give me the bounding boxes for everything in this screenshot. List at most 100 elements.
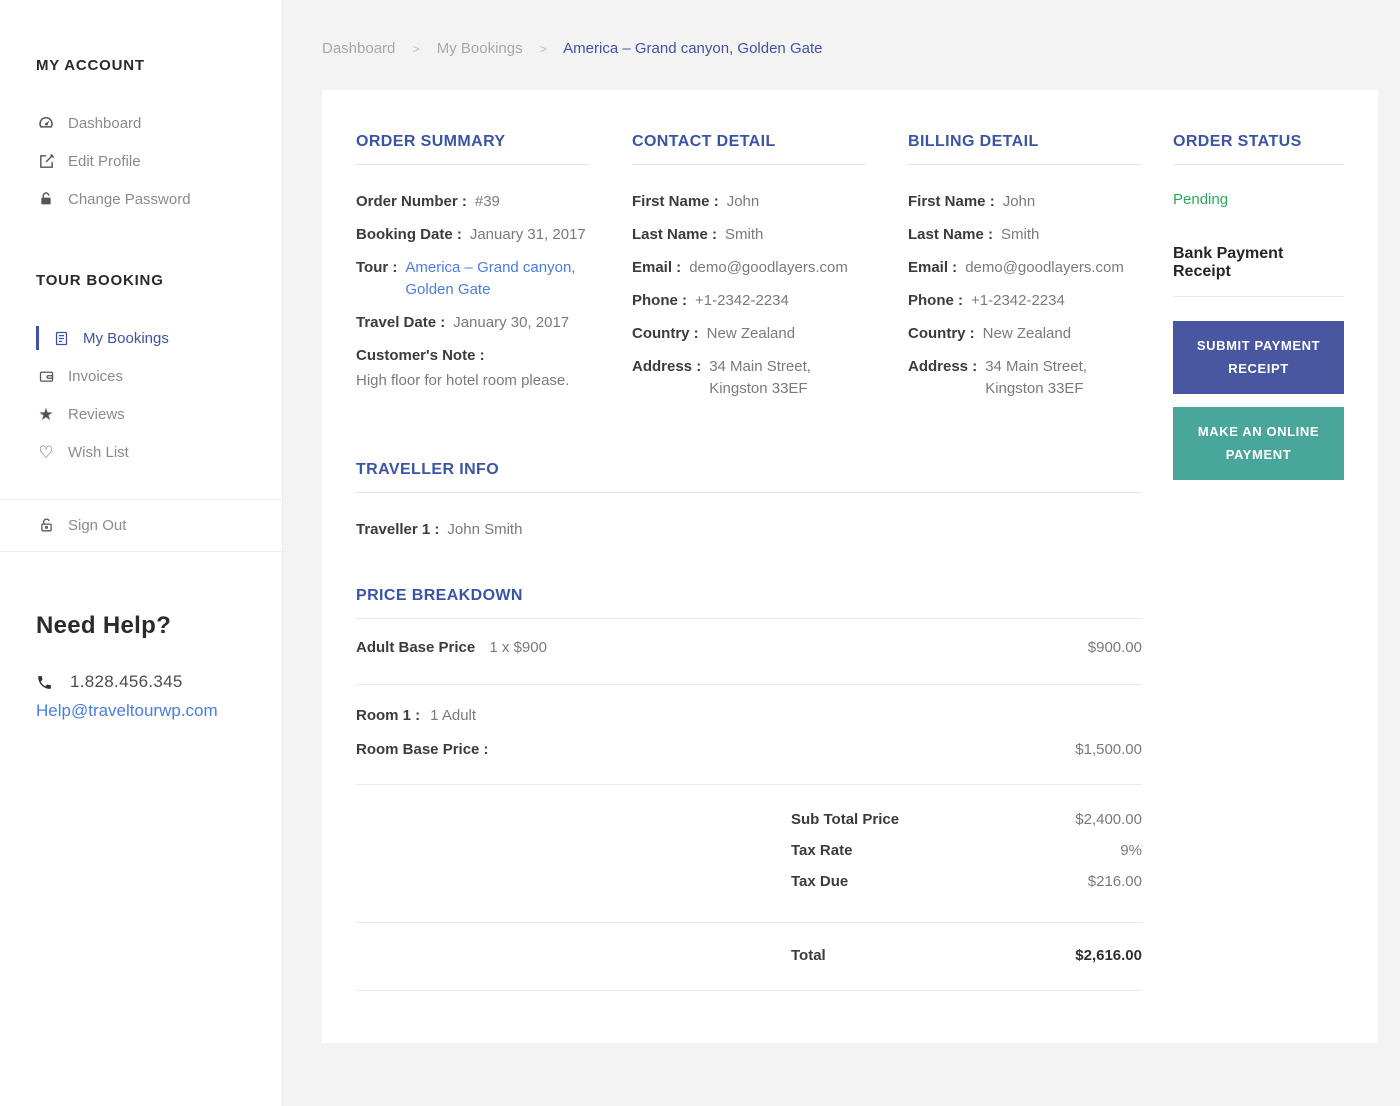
- contact-row: Phone : +1-2342-2234: [632, 290, 866, 312]
- billing-row-label: Phone :: [908, 292, 963, 309]
- breadcrumb-my-bookings[interactable]: My Bookings: [437, 40, 523, 57]
- need-help-title: Need Help?: [36, 612, 172, 639]
- order-summary-section: ORDER SUMMARY Order Number : #39 Booking…: [356, 133, 590, 411]
- travel-date-row: Travel Date : January 30, 2017: [356, 312, 590, 334]
- sidebar-item-label: Wish List: [68, 443, 129, 461]
- heart-icon: ♡: [38, 442, 54, 462]
- contact-row: Email : demo@goodlayers.com: [632, 257, 866, 279]
- section-divider: [1173, 296, 1344, 297]
- sidebar-item-my-bookings[interactable]: My Bookings: [36, 319, 262, 357]
- breadcrumb: Dashboard > My Bookings > America – Gran…: [283, 0, 1400, 57]
- contact-row: Last Name : Smith: [632, 224, 866, 246]
- adult-base-price-label: Adult Base Price: [356, 639, 476, 656]
- sidebar-item-invoices[interactable]: Invoices: [36, 357, 262, 395]
- submit-payment-receipt-button[interactable]: SUBMIT PAYMENT RECEIPT: [1173, 321, 1344, 394]
- tour-label: Tour :: [356, 259, 398, 276]
- sidebar-item-label: Dashboard: [68, 114, 142, 132]
- sidebar-item-label: Sign Out: [68, 517, 127, 534]
- breadcrumb-separator: >: [539, 42, 547, 56]
- order-summary-title: ORDER SUMMARY: [356, 133, 506, 150]
- sidebar-section-my-account: MY ACCOUNT: [36, 57, 145, 74]
- price-breakdown-section: PRICE BREAKDOWN Adult Base Price 1 x $90…: [356, 587, 1142, 991]
- room-base-price-amount: $1,500.00: [1075, 741, 1142, 758]
- billing-row: Phone : +1-2342-2234: [908, 290, 1142, 312]
- billing-row: Email : demo@goodlayers.com: [908, 257, 1142, 279]
- sidebar-item-reviews[interactable]: ★ Reviews: [36, 395, 262, 433]
- billing-row-value: +1-2342-2234: [971, 292, 1065, 309]
- lock-icon: [36, 191, 56, 207]
- booking-date-label: Booking Date :: [356, 226, 462, 243]
- sidebar-item-label: Change Password: [68, 190, 191, 208]
- tour-row: Tour : America – Grand canyon, Golden Ga…: [356, 257, 590, 301]
- room-base-price-row: Room Base Price : $1,500.00: [356, 741, 1142, 758]
- room-value: 1 Adult: [430, 707, 477, 724]
- total-block: Total $2,616.00: [356, 923, 1142, 990]
- room-label: Room 1 :: [356, 707, 421, 724]
- make-online-payment-button[interactable]: MAKE AN ONLINE PAYMENT: [1173, 406, 1344, 480]
- billing-detail-title: BILLING DETAIL: [908, 133, 1039, 150]
- tour-link[interactable]: America – Grand canyon, Golden Gate: [405, 257, 590, 301]
- contact-row: First Name : John: [632, 191, 866, 213]
- price-divider: [356, 990, 1142, 991]
- order-number-row: Order Number : #39: [356, 191, 590, 213]
- adult-base-price-qty: 1 x $900: [489, 639, 547, 656]
- billing-row: Last Name : Smith: [908, 224, 1142, 246]
- sidebar-item-label: Edit Profile: [68, 152, 141, 170]
- help-email-link[interactable]: Help@traveltourwp.com: [36, 701, 262, 721]
- sidebar-item-label: Invoices: [68, 367, 124, 385]
- billing-row: First Name : John: [908, 191, 1142, 213]
- sidebar-item-dashboard[interactable]: Dashboard: [36, 104, 262, 142]
- adult-base-price-amount: $900.00: [1087, 639, 1142, 656]
- sidebar-item-edit-profile[interactable]: Edit Profile: [36, 142, 262, 180]
- booking-date-row: Booking Date : January 31, 2017: [356, 224, 590, 246]
- sidebar-item-sign-out[interactable]: Sign Out: [36, 500, 262, 551]
- booking-detail-card: ORDER SUMMARY Order Number : #39 Booking…: [322, 90, 1378, 1043]
- adult-base-price-row: Adult Base Price 1 x $900 $900.00: [356, 619, 1142, 684]
- help-phone-number: 1.828.456.345: [70, 672, 183, 691]
- total-value: $2,616.00: [1075, 947, 1142, 964]
- billing-row-label: First Name :: [908, 193, 995, 210]
- sidebar-section-tour-booking: TOUR BOOKING: [36, 272, 164, 289]
- sidebar-item-label: Reviews: [68, 405, 125, 423]
- order-status-title: ORDER STATUS: [1173, 133, 1302, 150]
- main-content: Dashboard > My Bookings > America – Gran…: [283, 0, 1400, 1106]
- bank-payment-receipt-title: Bank Payment Receipt: [1173, 245, 1284, 280]
- order-status-section: ORDER STATUS Pending Bank Payment Receip…: [1173, 133, 1344, 480]
- help-phone: 1.828.456.345: [36, 672, 262, 692]
- traveller-row: Traveller 1 : John Smith: [356, 519, 1142, 541]
- sidebar-item-wish-list[interactable]: ♡ Wish List: [36, 433, 262, 471]
- dashboard-icon: [36, 114, 56, 132]
- billing-row-label: Email :: [908, 259, 958, 276]
- contact-row-label: Address :: [632, 358, 702, 375]
- traveller-label: Traveller 1 :: [356, 521, 440, 538]
- billing-row-label: Address :: [908, 358, 978, 375]
- room-row: Room 1 : 1 Adult: [356, 707, 1142, 724]
- total-label: Total: [791, 947, 826, 964]
- price-breakdown-title: PRICE BREAKDOWN: [356, 587, 523, 604]
- sidebar-item-change-password[interactable]: Change Password: [36, 180, 262, 218]
- tax-due-label: Tax Due: [791, 873, 849, 890]
- billing-row-value: 34 Main Street, Kingston 33EF: [985, 358, 1087, 397]
- unlock-icon: [36, 517, 56, 534]
- customer-note-row: Customer's Note :: [356, 345, 590, 367]
- contact-row-label: First Name :: [632, 193, 719, 210]
- billing-row-value: Smith: [1001, 226, 1040, 243]
- contact-row-label: Last Name :: [632, 226, 718, 243]
- traveller-info-title: TRAVELLER INFO: [356, 461, 500, 478]
- breadcrumb-current-tour: America – Grand canyon, Golden Gate: [563, 40, 823, 57]
- total-row: Total $2,616.00: [356, 947, 1142, 964]
- billing-row-label: Last Name :: [908, 226, 994, 243]
- totals-block: Sub Total Price $2,400.00 Tax Rate 9% Ta…: [356, 785, 1142, 922]
- edit-icon: [36, 153, 56, 170]
- subtotal-row: Sub Total Price $2,400.00: [356, 811, 1142, 828]
- contact-row-label: Phone :: [632, 292, 687, 309]
- section-divider: [1173, 164, 1344, 165]
- contact-row-value: 34 Main Street, Kingston 33EF: [709, 358, 811, 397]
- subtotal-label: Sub Total Price: [791, 811, 900, 828]
- billing-row-value: demo@goodlayers.com: [965, 259, 1124, 276]
- billing-detail-section: BILLING DETAIL First Name : John Last Na…: [908, 133, 1142, 411]
- breadcrumb-dashboard[interactable]: Dashboard: [322, 40, 395, 57]
- contact-row-label: Country :: [632, 325, 699, 342]
- traveller-value: John Smith: [447, 521, 523, 538]
- sidebar-item-label: My Bookings: [83, 329, 169, 347]
